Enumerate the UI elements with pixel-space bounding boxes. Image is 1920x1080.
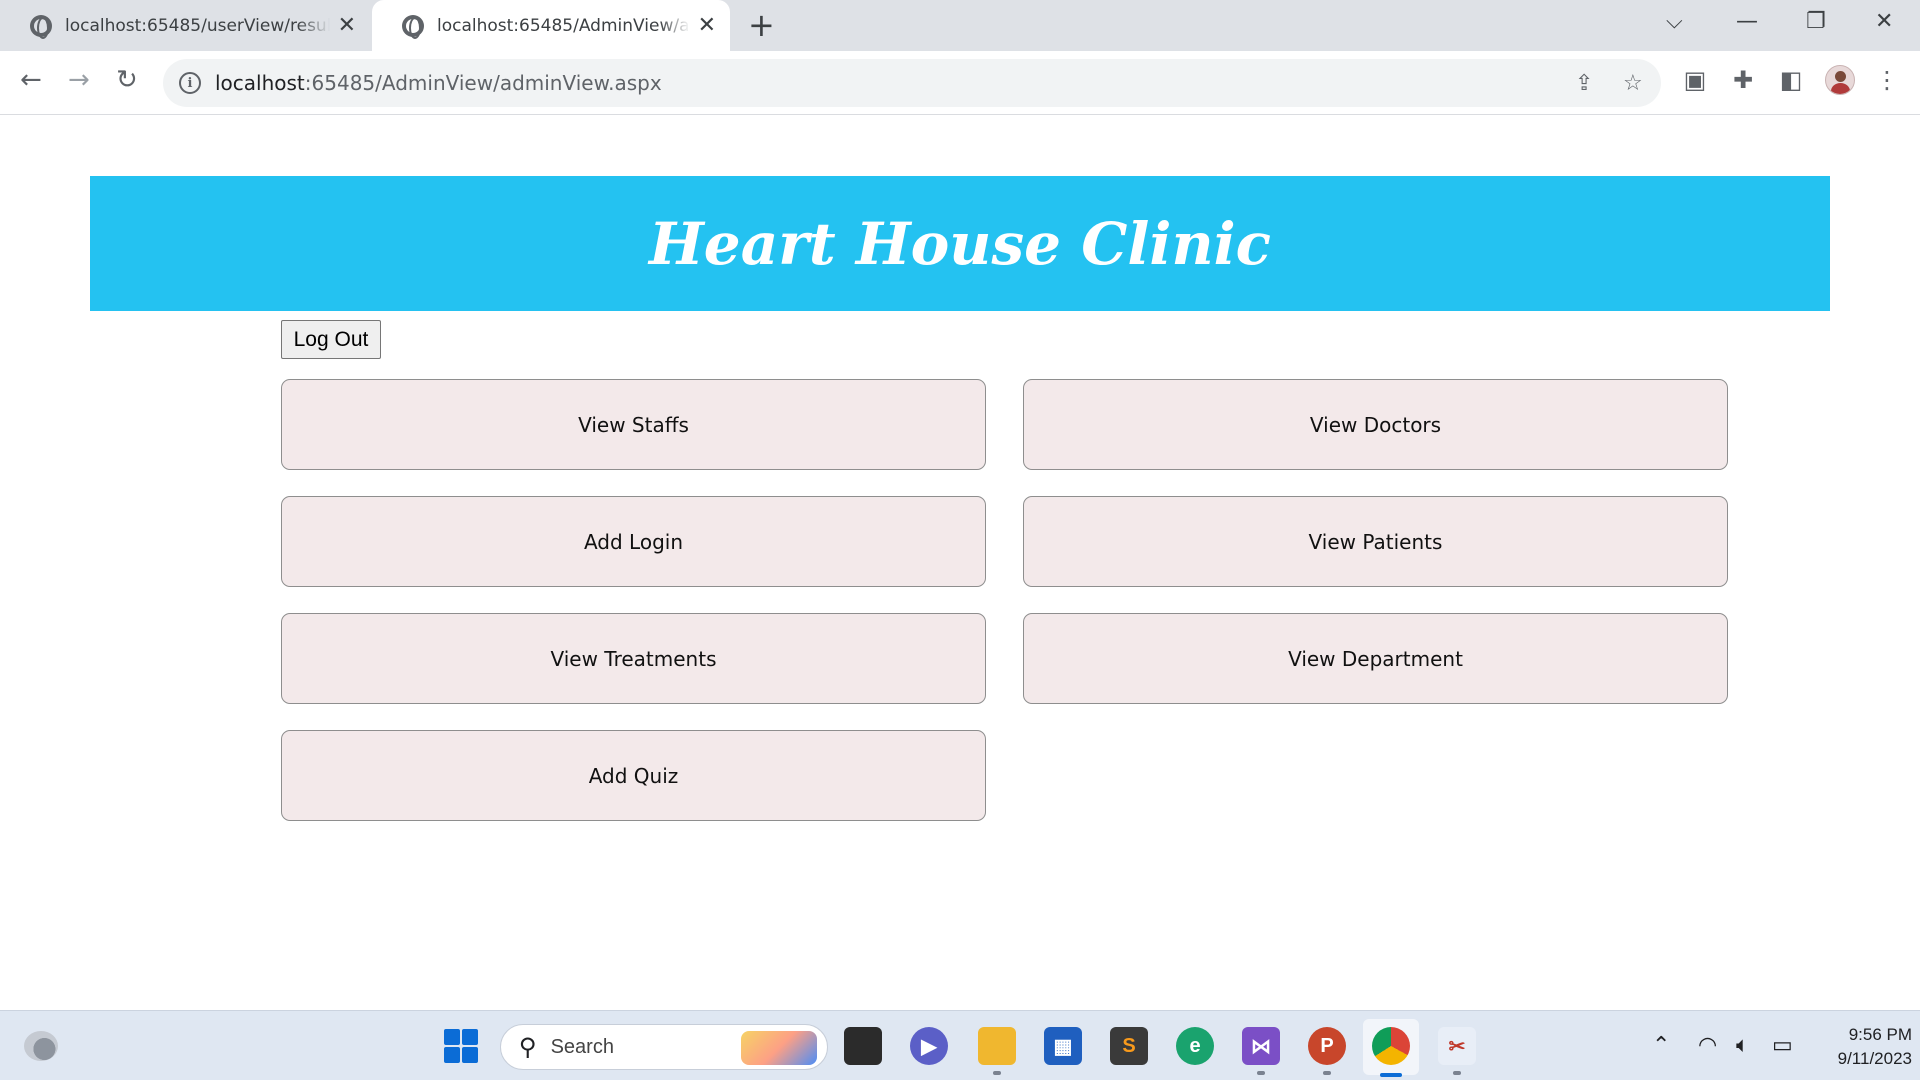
address-bar[interactable]: i localhost:65485/AdminView/adminView.as… bbox=[163, 59, 1661, 107]
task-view-icon[interactable] bbox=[844, 1027, 882, 1065]
extensions-puzzle-icon[interactable]: ✚ bbox=[1730, 67, 1756, 93]
search-label: Search bbox=[550, 1035, 614, 1058]
tab-strip: localhost:65485/userView/result.aspx ✕ l… bbox=[0, 0, 1920, 51]
new-tab-button[interactable]: + bbox=[748, 9, 775, 41]
system-clock[interactable]: 9:56 PM 9/11/2023 bbox=[1812, 1023, 1912, 1071]
admin-menu-grid: View Staffs View Doctors Add Login View … bbox=[281, 379, 1728, 821]
address-url[interactable]: localhost:65485/AdminView/adminView.aspx bbox=[215, 71, 662, 95]
reload-icon[interactable]: ↻ bbox=[116, 65, 138, 95]
add-login-button[interactable]: Add Login bbox=[281, 496, 986, 587]
taskbar: ⚲ Search ▶ ▦ S e ⋈ P ✂ ⌃ ◠ 🔈︎ ▭ 9:56 PM … bbox=[0, 1010, 1920, 1080]
volume-icon[interactable]: 🔈︎ bbox=[1736, 1033, 1749, 1058]
tab-title: localhost:65485/userView/result.aspx bbox=[65, 15, 330, 36]
close-window-icon[interactable]: ✕ bbox=[1875, 9, 1893, 34]
edge-browser-icon[interactable]: e bbox=[1176, 1027, 1214, 1065]
search-highlight-icon bbox=[741, 1031, 817, 1065]
more-menu-icon[interactable]: ⋮ bbox=[1874, 67, 1900, 93]
running-indicator bbox=[1453, 1071, 1461, 1075]
clock-date: 9/11/2023 bbox=[1837, 1049, 1912, 1068]
profile-avatar[interactable] bbox=[1825, 65, 1855, 95]
chrome-icon[interactable] bbox=[1372, 1027, 1410, 1065]
view-patients-button[interactable]: View Patients bbox=[1023, 496, 1728, 587]
bookmark-star-icon[interactable]: ☆ bbox=[1623, 71, 1643, 96]
tab-title: localhost:65485/AdminView/adminView.aspx bbox=[437, 15, 690, 36]
snipping-tool-icon[interactable]: ✂ bbox=[1438, 1027, 1476, 1065]
weather-widget-icon[interactable] bbox=[24, 1031, 58, 1061]
view-department-button[interactable]: View Department bbox=[1023, 613, 1728, 704]
close-tab-icon[interactable]: ✕ bbox=[698, 14, 716, 37]
taskbar-search[interactable]: ⚲ Search bbox=[500, 1024, 828, 1070]
close-tab-icon[interactable]: ✕ bbox=[338, 14, 356, 37]
tab-search-icon[interactable]: ⌵ bbox=[1666, 9, 1683, 34]
battery-icon[interactable]: ▭ bbox=[1772, 1033, 1793, 1058]
browser-toolbar: ← → ↻ i localhost:65485/AdminView/adminV… bbox=[0, 51, 1920, 115]
start-button[interactable] bbox=[444, 1029, 478, 1063]
search-icon: ⚲ bbox=[519, 1033, 537, 1061]
site-info-icon[interactable]: i bbox=[179, 72, 201, 94]
back-icon[interactable]: ← bbox=[20, 65, 42, 95]
sublime-text-icon[interactable]: S bbox=[1110, 1027, 1148, 1065]
view-doctors-button[interactable]: View Doctors bbox=[1023, 379, 1728, 470]
running-indicator bbox=[993, 1071, 1001, 1075]
add-quiz-button[interactable]: Add Quiz bbox=[281, 730, 986, 821]
clock-time: 9:56 PM bbox=[1848, 1025, 1912, 1044]
microsoft-store-icon[interactable]: ▦ bbox=[1044, 1027, 1082, 1065]
logout-button[interactable]: Log Out bbox=[281, 320, 381, 359]
view-treatments-button[interactable]: View Treatments bbox=[281, 613, 986, 704]
running-indicator bbox=[1323, 1071, 1331, 1075]
wifi-icon[interactable]: ◠ bbox=[1698, 1033, 1717, 1058]
minimize-icon[interactable]: — bbox=[1736, 9, 1758, 34]
view-staffs-button[interactable]: View Staffs bbox=[281, 379, 986, 470]
show-hidden-icons-icon[interactable]: ⌃ bbox=[1652, 1033, 1670, 1058]
visual-studio-icon[interactable]: ⋈ bbox=[1242, 1027, 1280, 1065]
browser-tab-admin[interactable]: localhost:65485/AdminView/adminView.aspx… bbox=[372, 0, 730, 51]
globe-icon bbox=[402, 14, 424, 39]
browser-tab-result[interactable]: localhost:65485/userView/result.aspx ✕ bbox=[0, 0, 370, 51]
side-panel-icon[interactable]: ◧ bbox=[1778, 67, 1804, 93]
powerpoint-icon[interactable]: P bbox=[1308, 1027, 1346, 1065]
globe-icon bbox=[30, 14, 52, 39]
forward-icon[interactable]: → bbox=[68, 65, 90, 95]
share-icon[interactable]: ⇪ bbox=[1575, 71, 1593, 96]
page-title: Heart House Clinic bbox=[649, 209, 1271, 278]
clinic-banner: Heart House Clinic bbox=[90, 176, 1830, 311]
restore-icon[interactable]: ❐ bbox=[1806, 9, 1826, 34]
teams-chat-icon[interactable]: ▶ bbox=[910, 1027, 948, 1065]
active-indicator bbox=[1380, 1073, 1402, 1077]
running-indicator bbox=[1257, 1071, 1265, 1075]
extension-app-icon[interactable]: ▣ bbox=[1682, 67, 1708, 93]
file-explorer-icon[interactable] bbox=[978, 1027, 1016, 1065]
